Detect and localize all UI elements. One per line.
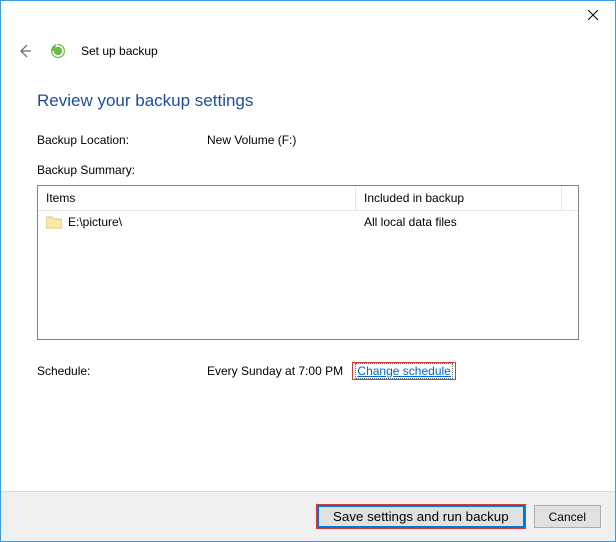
- content-area: Review your backup settings Backup Locat…: [1, 61, 615, 491]
- heading: Review your backup settings: [37, 91, 579, 111]
- column-items[interactable]: Items: [38, 186, 356, 210]
- change-schedule-link[interactable]: Change schedule: [355, 363, 452, 379]
- schedule-value: Every Sunday at 7:00 PM Change schedule: [207, 362, 456, 380]
- backup-wizard-window: Set up backup Review your backup setting…: [0, 0, 616, 542]
- schedule-label: Schedule:: [37, 364, 207, 378]
- cell-item-text: E:\picture\: [68, 215, 122, 229]
- folder-icon: [46, 215, 62, 229]
- backup-location-value: New Volume (F:): [207, 133, 296, 147]
- save-run-button-highlight: Save settings and run backup: [316, 504, 526, 529]
- table-body: E:\picture\ All local data files: [38, 211, 578, 233]
- schedule-text: Every Sunday at 7:00 PM: [207, 364, 343, 378]
- cancel-label: Cancel: [549, 510, 586, 524]
- column-spacer: [562, 186, 578, 210]
- save-run-button[interactable]: Save settings and run backup: [317, 505, 525, 528]
- schedule-row: Schedule: Every Sunday at 7:00 PM Change…: [37, 362, 579, 380]
- backup-summary-label: Backup Summary:: [37, 163, 579, 177]
- close-icon: [588, 10, 598, 20]
- back-arrow-icon: [17, 43, 33, 59]
- backup-location-row: Backup Location: New Volume (F:): [37, 133, 579, 147]
- summary-table: Items Included in backup E:\picture\: [37, 185, 579, 340]
- backup-location-label: Backup Location:: [37, 133, 207, 147]
- change-schedule-highlight: Change schedule: [352, 362, 455, 380]
- table-row[interactable]: E:\picture\ All local data files: [38, 211, 578, 233]
- column-included[interactable]: Included in backup: [356, 186, 562, 210]
- table-header: Items Included in backup: [38, 186, 578, 211]
- cell-item: E:\picture\: [46, 215, 364, 229]
- nav-row: Set up backup: [1, 31, 615, 61]
- cell-included: All local data files: [364, 215, 570, 229]
- page-title: Set up backup: [81, 44, 158, 58]
- footer: Save settings and run backup Cancel: [1, 491, 615, 541]
- backup-icon: [49, 42, 67, 60]
- back-button[interactable]: [15, 41, 35, 61]
- titlebar: [1, 1, 615, 31]
- save-run-label: Save settings and run backup: [333, 509, 509, 524]
- cancel-button[interactable]: Cancel: [534, 505, 601, 528]
- close-button[interactable]: [570, 1, 615, 29]
